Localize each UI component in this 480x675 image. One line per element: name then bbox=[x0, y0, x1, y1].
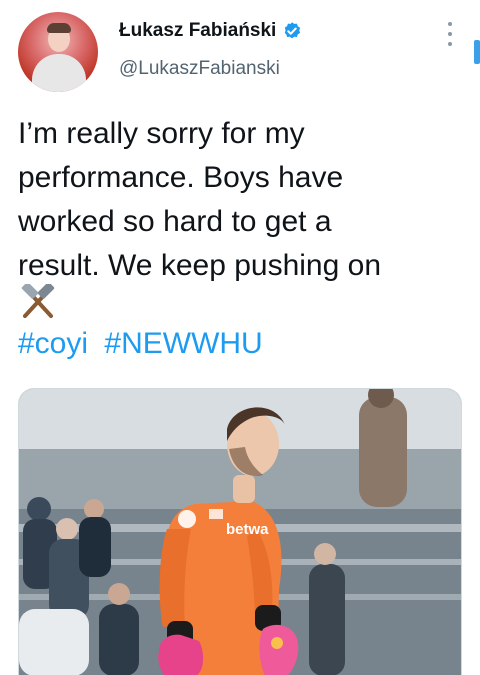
tweet-text-line: I’m really sorry for my bbox=[18, 117, 305, 150]
crossed-hammers-icon bbox=[21, 284, 55, 318]
author-row: Łukasz Fabiański bbox=[119, 20, 302, 42]
tweet-text-line: worked so hard to get a bbox=[18, 205, 332, 238]
tweet-card: Łukasz Fabiański @LukaszFabianski I’m re… bbox=[0, 0, 480, 675]
avatar-hair bbox=[47, 23, 71, 33]
photo-scene: betwa bbox=[19, 389, 461, 675]
hashtag-link[interactable]: #coyi bbox=[18, 327, 88, 360]
avatar[interactable] bbox=[18, 12, 98, 92]
author-handle[interactable]: @LukaszFabianski bbox=[119, 58, 280, 80]
hashtag-link[interactable]: #NEWWHU bbox=[104, 327, 262, 360]
display-name[interactable]: Łukasz Fabiański bbox=[119, 20, 276, 42]
avatar-body bbox=[32, 54, 86, 92]
tweet-photo[interactable]: betwa bbox=[18, 388, 462, 675]
tweet-text-line: performance. Boys have bbox=[18, 161, 344, 194]
more-options-icon[interactable] bbox=[440, 22, 460, 46]
hashtag-list: #coyi #NEWWHU bbox=[18, 322, 271, 366]
shirt-sponsor: betwa bbox=[226, 521, 269, 538]
scroll-indicator bbox=[474, 40, 480, 64]
tweet-text-line: result. We keep pushing on bbox=[18, 249, 382, 282]
tweet-text: I’m really sorry for my performance. Boy… bbox=[18, 112, 458, 288]
verified-badge-icon bbox=[285, 22, 301, 39]
